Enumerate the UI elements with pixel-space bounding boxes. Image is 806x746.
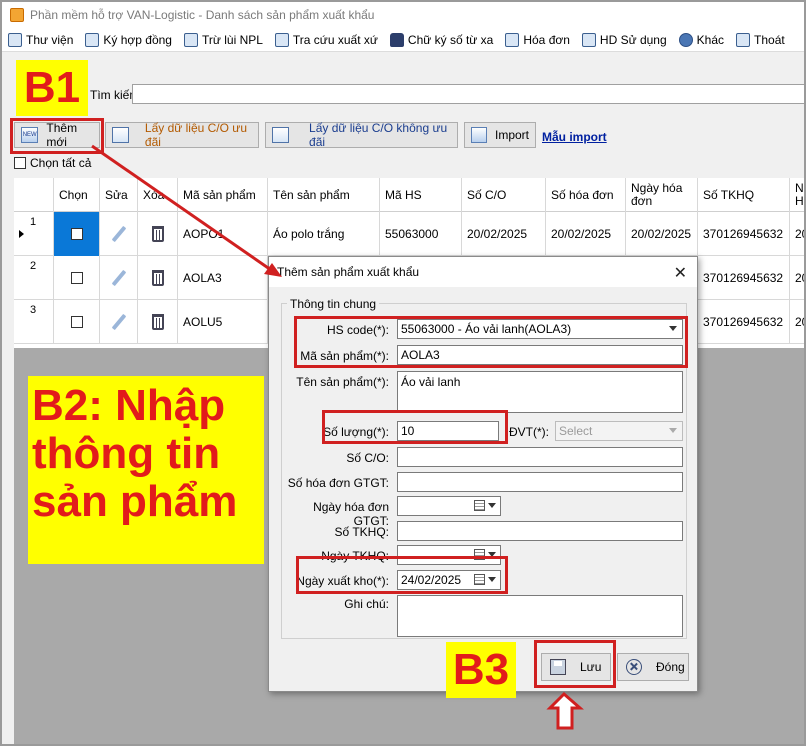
annotation-arrows: [91, 144, 584, 730]
arrow-head: [264, 263, 282, 277]
app-window: Phần mềm hỗ trợ VAN-Logistic - Danh sách…: [0, 0, 806, 746]
arrow-b1-to-dialog: [91, 144, 275, 274]
up-arrow-icon: [546, 691, 584, 730]
